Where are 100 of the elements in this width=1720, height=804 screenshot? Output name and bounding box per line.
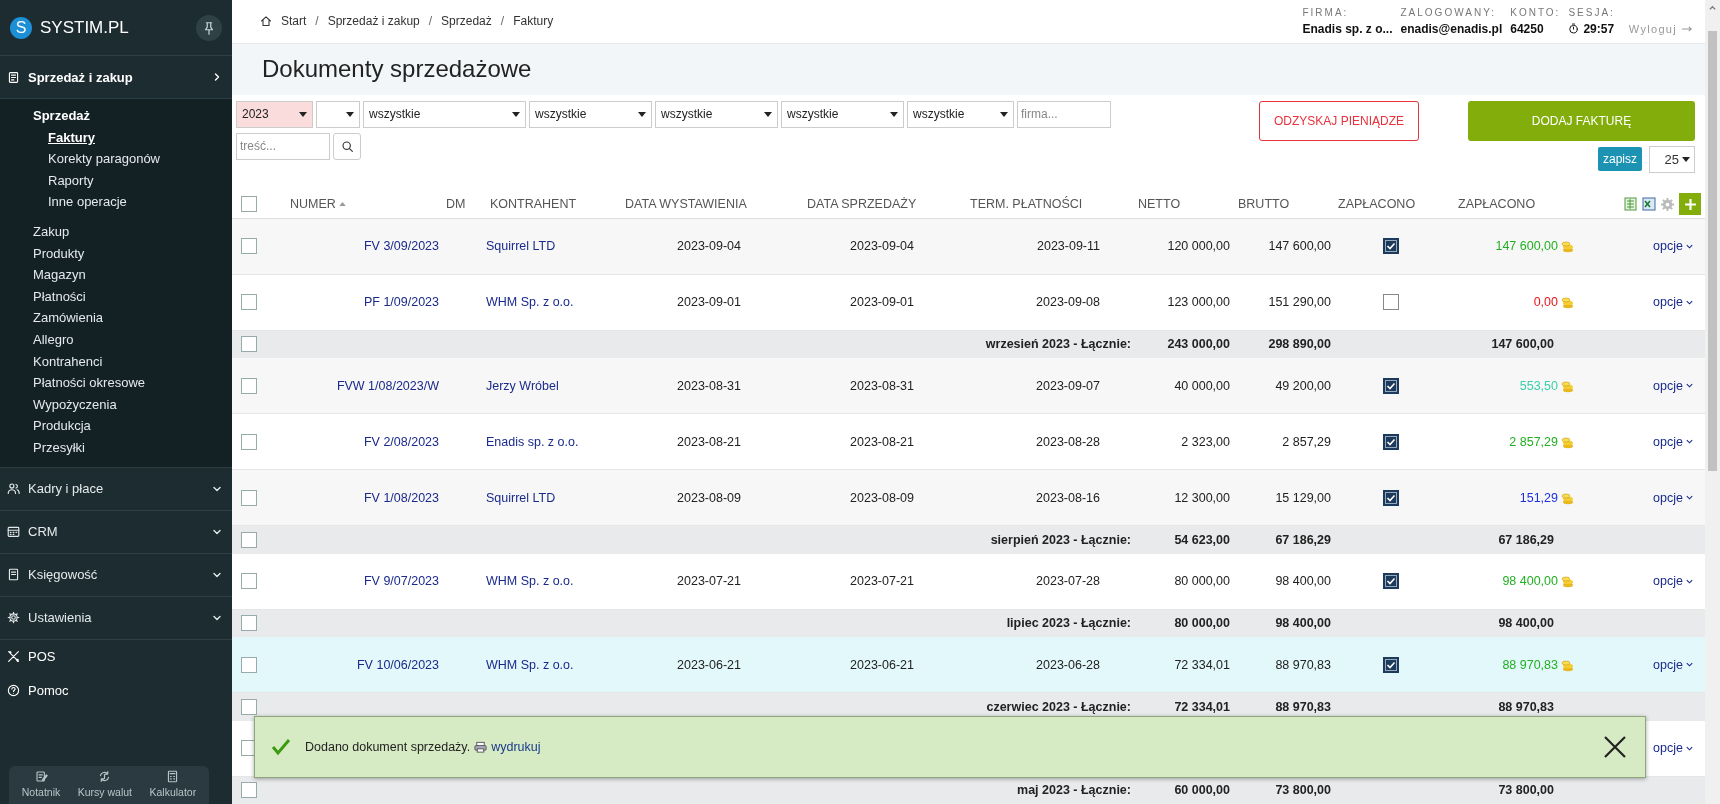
- table-cell-text: 67 186,29: [1497, 532, 1554, 547]
- column-header[interactable]: TERM. PŁATNOŚCI: [970, 197, 1138, 211]
- tool-button[interactable]: Kursy walut: [73, 770, 137, 798]
- paid-checkbox[interactable]: [1383, 294, 1399, 310]
- row-checkbox[interactable]: [241, 196, 257, 212]
- row-checkbox[interactable]: [241, 573, 257, 589]
- column-header[interactable]: NUMER: [290, 197, 336, 211]
- column-header[interactable]: ZAPŁACONO: [1338, 197, 1458, 211]
- select-field[interactable]: wszystkie: [363, 100, 526, 128]
- select-field[interactable]: wszystkie: [907, 100, 1014, 128]
- row-checkbox[interactable]: [241, 615, 257, 632]
- column-header[interactable]: KONTRAHENT: [490, 197, 625, 211]
- options-dropdown[interactable]: opcje: [1653, 657, 1694, 672]
- column-header[interactable]: ZAPŁACONO: [1458, 197, 1616, 211]
- contractor-link[interactable]: Squirrel LTD: [485, 490, 636, 505]
- row-checkbox[interactable]: [241, 294, 257, 310]
- menu-item[interactable]: Zakup: [0, 220, 232, 243]
- menu-item[interactable]: Przesyłki: [0, 436, 232, 459]
- select-field[interactable]: [316, 100, 360, 128]
- menu-link[interactable]: POS: [0, 639, 232, 674]
- input-field[interactable]: treść...: [236, 132, 330, 160]
- invoice-number-link[interactable]: PF 1/09/2023: [272, 295, 439, 309]
- row-checkbox[interactable]: [241, 336, 257, 353]
- row-checkbox[interactable]: [241, 656, 257, 673]
- contractor-link[interactable]: Jerzy Wróbel: [485, 378, 636, 393]
- invoice-number-link[interactable]: FVW 1/08/2023/W: [272, 378, 439, 393]
- table-cell-text: 2 323,00: [1180, 434, 1230, 449]
- tool-button[interactable]: Kalkulator: [145, 770, 201, 798]
- select-field[interactable]: wszystkie: [529, 100, 652, 128]
- tool-button[interactable]: Notatnik: [17, 770, 65, 798]
- invoice-number-link[interactable]: FV 9/07/2023: [272, 574, 439, 588]
- paid-checkbox[interactable]: [1383, 377, 1399, 394]
- submenu-item[interactable]: Inne operacje: [0, 191, 232, 213]
- recover-money-button[interactable]: ODZYSKAJ PIENIĄDZE: [1259, 100, 1419, 141]
- menu-item[interactable]: Płatności: [0, 285, 232, 308]
- contractor-link[interactable]: Squirrel LTD: [485, 239, 636, 253]
- invoice-number-link[interactable]: FV 3/09/2023: [272, 239, 439, 253]
- options-dropdown[interactable]: opcje: [1653, 378, 1694, 393]
- options-dropdown[interactable]: opcje: [1653, 239, 1694, 253]
- options-dropdown[interactable]: opcje: [1653, 741, 1694, 755]
- column-header[interactable]: NETTO: [1138, 197, 1238, 211]
- submenu-item[interactable]: Raporty: [0, 169, 232, 192]
- breadcrumb-link[interactable]: Sprzedaż: [441, 14, 492, 29]
- check-icon: [1386, 659, 1396, 670]
- row-checkbox[interactable]: [241, 377, 257, 394]
- contractor-link[interactable]: WHM Sp. z o.o.: [485, 657, 636, 672]
- table-cell-text: 72 334,01: [1173, 699, 1230, 714]
- column-header[interactable]: BRUTTO: [1238, 197, 1338, 211]
- column-header[interactable]: DATA WYSTAWIENIA: [625, 197, 807, 211]
- row-checkbox[interactable]: [241, 531, 257, 548]
- invoice-number-link[interactable]: FV 1/08/2023: [272, 490, 439, 505]
- menu-item[interactable]: Magazyn: [0, 264, 232, 286]
- help-icon: [7, 684, 20, 697]
- per-page-select[interactable]: 25: [1649, 145, 1695, 173]
- table-cell-text: 2023-07-28: [1035, 574, 1100, 588]
- info-label: SESJA:: [1568, 6, 1615, 18]
- options-dropdown[interactable]: opcje: [1653, 574, 1694, 588]
- menu-item[interactable]: Sprzedaż: [0, 105, 232, 127]
- menu-item[interactable]: Allegro: [0, 328, 232, 351]
- select-field[interactable]: wszystkie: [655, 100, 778, 128]
- pin-button[interactable]: [196, 14, 222, 41]
- save-button[interactable]: zapisz: [1598, 147, 1642, 172]
- column-header[interactable]: DATA SPRZEDAŻY: [807, 197, 970, 211]
- options-dropdown[interactable]: opcje: [1653, 434, 1694, 449]
- paid-checkbox[interactable]: [1383, 489, 1399, 506]
- breadcrumb-link[interactable]: Faktury: [513, 14, 554, 29]
- paid-checkbox[interactable]: [1383, 656, 1399, 673]
- options-dropdown[interactable]: opcje: [1653, 490, 1694, 505]
- menu-item[interactable]: Płatności okresowe: [0, 372, 232, 394]
- menu-link[interactable]: Pomoc: [0, 673, 232, 708]
- menu-item[interactable]: Produkty: [0, 242, 232, 265]
- contractor-link[interactable]: WHM Sp. z o.o.: [485, 574, 636, 588]
- print-link[interactable]: wydrukuj: [491, 740, 541, 754]
- submenu-item[interactable]: Korekty paragonów: [0, 148, 232, 170]
- select-field[interactable]: 2023: [236, 100, 313, 128]
- paid-checkbox[interactable]: [1383, 573, 1399, 589]
- input-field[interactable]: firma...: [1017, 100, 1111, 128]
- breadcrumb-link[interactable]: Start: [281, 14, 307, 29]
- row-checkbox[interactable]: [241, 782, 257, 799]
- search-button[interactable]: [333, 132, 361, 160]
- paid-checkbox[interactable]: [1383, 238, 1399, 254]
- breadcrumb-link[interactable]: Sprzedaż i zakup: [327, 14, 420, 29]
- add-column-button[interactable]: [1679, 193, 1701, 215]
- row-checkbox[interactable]: [241, 238, 257, 254]
- paid-checkbox[interactable]: [1383, 433, 1399, 450]
- invoice-number-link[interactable]: FV 2/08/2023: [272, 434, 439, 449]
- row-checkbox[interactable]: [241, 698, 257, 715]
- menu-item[interactable]: Produkcja: [0, 415, 232, 437]
- column-header[interactable]: DM: [446, 197, 490, 211]
- row-checkbox[interactable]: [241, 489, 257, 506]
- contractor-link[interactable]: Enadis sp. z o.o.: [485, 434, 636, 449]
- submenu-item[interactable]: Faktury: [0, 126, 232, 149]
- row-checkbox[interactable]: [241, 433, 257, 450]
- invoice-number-link[interactable]: FV 10/06/2023: [272, 657, 439, 672]
- options-dropdown[interactable]: opcje: [1653, 295, 1694, 309]
- menu-item[interactable]: Wypożyczenia: [0, 393, 232, 416]
- menu-item[interactable]: Zamówienia: [0, 307, 232, 329]
- select-field[interactable]: wszystkie: [781, 100, 904, 128]
- menu-item[interactable]: Kontrahenci: [0, 350, 232, 373]
- contractor-link[interactable]: WHM Sp. z o.o.: [485, 295, 636, 309]
